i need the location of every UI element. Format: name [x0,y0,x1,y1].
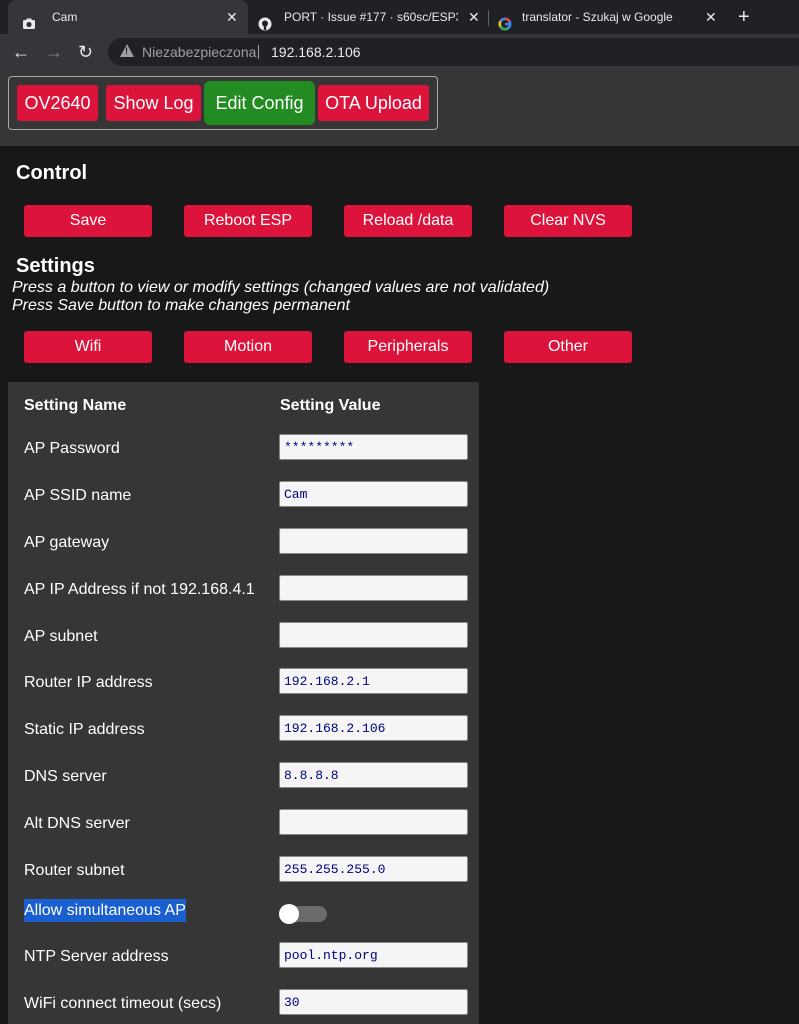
tab-google-search[interactable]: translator - Szukaj w Google ✕ [489,0,729,34]
motion-button[interactable]: Motion [184,331,312,363]
google-icon [498,10,512,31]
camera-model-button[interactable]: OV2640 [17,85,98,121]
setting-label: Router IP address [24,674,153,691]
setting-label: AP gateway [24,534,110,551]
setting-label: WiFi connect timeout (secs) [24,995,222,1012]
camera-icon [22,10,36,29]
address-bar[interactable]: Niezabezpieczona 192.168.2.106 [108,38,799,66]
settings-note: Press Save button to make changes perman… [12,297,350,314]
edit-config-button[interactable]: Edit Config [204,81,315,125]
divider [258,45,259,59]
show-log-button[interactable]: Show Log [106,85,201,121]
setting-label: AP subnet [24,628,98,645]
settings-note: Press a button to view or modify setting… [12,279,550,296]
reload-icon[interactable]: ↻ [78,34,93,70]
setting-label: Router subnet [24,862,125,879]
browser-tab-strip: Cam ✕ PORT · Issue #177 · s60sc/ESP32- ✕… [0,0,799,34]
clear-nvs-button[interactable]: Clear NVS [504,205,632,237]
tab-github-issue[interactable]: PORT · Issue #177 · s60sc/ESP32- ✕ [248,0,488,34]
ap-gateway-input[interactable] [279,528,468,554]
ap-password-input[interactable] [279,434,468,460]
save-button[interactable]: Save [24,205,152,237]
setting-label: DNS server [24,768,107,785]
other-button[interactable]: Other [504,331,632,363]
simultaneous-ap-toggle[interactable] [279,904,327,924]
reload-data-button[interactable]: Reload /data [344,205,472,237]
toggle-knob [279,904,299,924]
ap-ssid-input[interactable] [279,481,468,507]
router-ip-input[interactable] [279,668,468,694]
setting-label: NTP Server address [24,948,169,965]
top-menu: OV2640 Show Log Edit Config OTA Upload [8,76,438,130]
setting-label: Alt DNS server [24,815,130,832]
ap-subnet-input[interactable] [279,622,468,648]
github-icon [258,10,272,31]
settings-heading: Settings [16,255,95,277]
tab-title: PORT · Issue #177 · s60sc/ESP32- [284,10,458,24]
peripherals-button[interactable]: Peripherals [344,331,472,363]
back-arrow-icon[interactable]: ← [12,34,30,70]
reboot-esp-button[interactable]: Reboot ESP [184,205,312,237]
static-ip-input[interactable] [279,715,468,741]
wifi-timeout-input[interactable] [279,989,468,1015]
close-icon[interactable]: ✕ [705,0,717,34]
wifi-button[interactable]: Wifi [24,331,152,363]
warning-icon[interactable] [120,44,134,57]
tab-title: Cam [52,10,78,24]
settings-table [8,382,479,1024]
router-subnet-input[interactable] [279,856,468,882]
setting-label: AP SSID name [24,487,132,504]
new-tab-icon[interactable]: + [738,4,750,30]
tab-title: translator - Szukaj w Google [522,10,673,24]
dns-server-input[interactable] [279,762,468,788]
close-icon[interactable]: ✕ [226,0,238,34]
ap-ip-input[interactable] [279,575,468,601]
setting-label: Allow simultaneous AP [24,899,186,922]
control-heading: Control [16,162,88,184]
alt-dns-input[interactable] [279,809,468,835]
setting-value-header: Setting Value [280,397,381,414]
selected-text: Allow simultaneous AP [24,899,186,922]
tab-cam[interactable]: Cam ✕ [8,0,248,34]
forward-arrow-icon[interactable]: → [45,34,63,70]
setting-label: AP Password [24,440,120,457]
security-label[interactable]: Niezabezpieczona [142,38,256,66]
ota-upload-button[interactable]: OTA Upload [318,85,429,121]
ntp-server-input[interactable] [279,942,468,968]
setting-label: AP IP Address if not 192.168.4.1 [24,581,255,598]
url-text[interactable]: 192.168.2.106 [271,38,361,66]
address-toolbar: ← → ↻ Niezabezpieczona 192.168.2.106 [0,34,799,70]
setting-name-header: Setting Name [24,397,127,414]
setting-label: Static IP address [24,721,145,738]
close-icon[interactable]: ✕ [468,0,480,34]
